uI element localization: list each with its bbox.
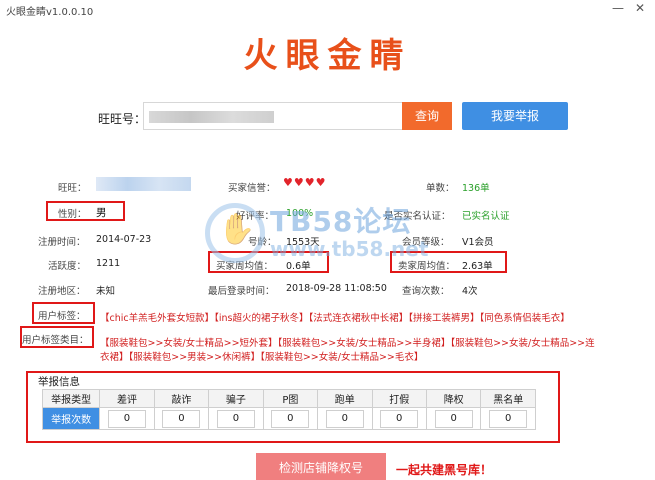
realname-value: 已实名认证 xyxy=(462,211,510,222)
last-login-value: 2018-09-28 11:08:50 xyxy=(286,283,387,294)
report-count-scammer: 0 xyxy=(216,409,255,428)
report-count-counterfeit-hunter: 0 xyxy=(380,409,419,428)
report-header-extortion: 敲诈 xyxy=(153,389,210,408)
report-count-bad-review: 0 xyxy=(107,409,146,428)
user-categories-label: 用户标签类目： xyxy=(22,335,89,346)
activity-label: 活跃度： xyxy=(48,261,87,272)
user-categories-line-2: 衣裙】【服装鞋包>>男装>>休闲裤】【服装鞋包>>女装/女士精品>>毛衣】 xyxy=(100,352,424,363)
blurred-account-text xyxy=(149,111,274,123)
query-count-value: 4次 xyxy=(462,286,478,297)
app-logo: 火眼金睛 xyxy=(243,36,412,76)
seller-weekly-value: 2.63单 xyxy=(462,261,493,272)
user-tags-label: 用户标签： xyxy=(38,311,86,322)
report-count-photoshop: 0 xyxy=(271,409,310,428)
buyer-credit-label: 买家信誉： xyxy=(228,183,276,194)
report-header-scammer: 骗子 xyxy=(208,389,264,408)
watermark-title: TB58论坛 xyxy=(270,205,412,238)
report-count-demotion: 0 xyxy=(434,409,473,428)
user-categories-line-1: 【服装鞋包>>女装/女士精品>>短外套】【服装鞋包>>女装/女士精品>>半身裙】… xyxy=(100,338,595,349)
gender-value: 男 xyxy=(96,207,107,219)
wangwang-search-label: 旺旺号： xyxy=(98,112,147,126)
query-button[interactable]: 查询 xyxy=(402,102,452,130)
register-time-value: 2014-07-23 xyxy=(96,234,152,245)
report-count-blacklist: 0 xyxy=(489,409,528,428)
report-info-title: 举报信息 xyxy=(38,376,80,388)
wangwang-label: 旺旺： xyxy=(58,183,87,194)
report-count-runaway-order: 0 xyxy=(325,409,364,428)
register-time-label: 注册时间： xyxy=(38,237,86,248)
report-header-bad-review: 差评 xyxy=(99,389,155,408)
activity-value: 1211 xyxy=(96,258,121,269)
gender-label: 性别： xyxy=(58,209,87,220)
heart-credit-icon: ♥♥♥♥ xyxy=(283,176,327,189)
query-count-label: 查询次数： xyxy=(402,286,450,297)
blurred-wangwang-value xyxy=(96,177,191,191)
report-header-runaway-order: 跑单 xyxy=(317,389,373,408)
report-button[interactable]: 我要举报 xyxy=(462,102,568,130)
report-header-blacklist: 黑名单 xyxy=(480,389,536,408)
region-label: 注册地区： xyxy=(38,286,86,297)
watermark-url: www.tb58.net xyxy=(270,237,429,261)
order-count-label: 单数： xyxy=(426,183,455,194)
title-bar: 火眼金睛v1.0.0.10 — ✕ xyxy=(0,0,655,18)
report-header-counterfeit-hunter: 打假 xyxy=(371,389,427,408)
region-value: 未知 xyxy=(96,286,116,297)
member-level-value: V1会员 xyxy=(462,237,494,248)
user-tags-list: 【chic羊羔毛外套女短款】【ins超火的裙子秋冬】【法式连衣裙秋中长裙】【拼接… xyxy=(100,313,570,324)
watermark-hand-icon: ✋ xyxy=(218,212,256,247)
report-header-photoshop: P图 xyxy=(262,389,319,408)
last-login-label: 最后登录时间： xyxy=(208,286,275,297)
slogan-text: 一起共建黑号库！ xyxy=(396,463,493,477)
detect-demoted-shop-button[interactable]: 检测店铺降权号 xyxy=(256,453,386,480)
order-count-value: 136单 xyxy=(462,183,490,194)
report-header-type: 举报类型 xyxy=(41,389,101,408)
report-table-row: 举报次数 0 0 0 0 0 0 0 0 xyxy=(41,407,536,430)
minimize-icon[interactable]: — xyxy=(608,1,628,17)
report-header-demotion: 降权 xyxy=(425,389,482,408)
window-title: 火眼金睛v1.0.0.10 xyxy=(6,7,94,18)
report-count-label: 举报次数 xyxy=(41,407,101,430)
report-count-extortion: 0 xyxy=(162,409,201,428)
wangwang-search-input[interactable] xyxy=(143,102,403,130)
report-table-header-row: 举报类型 差评 敲诈 骗子 P图 跑单 打假 降权 黑名单 xyxy=(41,389,536,408)
report-table: 举报类型 差评 敲诈 骗子 P图 跑单 打假 降权 黑名单 举报次数 0 0 0… xyxy=(41,389,536,430)
close-icon[interactable]: ✕ xyxy=(630,1,650,17)
